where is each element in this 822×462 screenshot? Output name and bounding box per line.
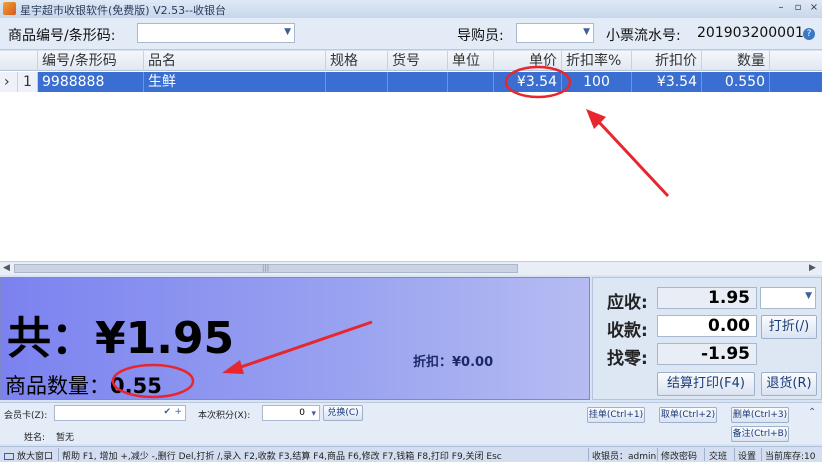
horizontal-scrollbar[interactable]: ◀ ||| ▶: [0, 261, 822, 275]
points-value: 0: [299, 408, 305, 418]
grid-header: 编号/条形码 品名 规格 货号 单位 单价 折扣率% 折扣价 数量: [0, 51, 822, 71]
check-icon[interactable]: ✔: [163, 407, 171, 417]
fetch-order-button[interactable]: 取单(Ctrl+2): [659, 407, 717, 423]
amount-due-label: 应收:: [607, 293, 648, 313]
pos-window: 星宇超市收银软件(免费版) V2.53--收银台 – ▫ × 商品编号/条形码:…: [0, 0, 822, 462]
member-name-label: 姓名:: [24, 433, 46, 443]
cell-discount-rate[interactable]: 100: [562, 72, 632, 92]
title-bar: 星宇超市收银软件(免费版) V2.53--收银台 – ▫ ×: [0, 0, 822, 18]
column-header-code[interactable]: 编号/条形码: [38, 51, 144, 71]
enlarge-window-label: 放大窗口: [17, 452, 54, 462]
restore-button[interactable]: ▫: [791, 1, 805, 15]
row-index: 1: [18, 72, 38, 92]
receipt-label: 小票流水号:: [606, 28, 681, 44]
shift-link[interactable]: 交班: [709, 449, 727, 462]
change-value: -1.95: [657, 343, 757, 365]
receipt-number: 201903200001: [697, 25, 804, 41]
window-title: 星宇超市收银软件(免费版) V2.53--收银台: [20, 4, 227, 17]
points-input[interactable]: 0 ▾: [262, 405, 320, 421]
amount-due-value: 1.95: [657, 287, 757, 309]
cell-filler: [770, 72, 822, 92]
hang-order-button[interactable]: 挂单(Ctrl+1): [587, 407, 645, 423]
column-header-price[interactable]: 单价: [494, 51, 562, 71]
add-icon[interactable]: +: [174, 407, 182, 417]
status-separator: [58, 448, 59, 461]
product-code-input[interactable]: ▼: [137, 23, 295, 43]
guide-label: 导购员:: [457, 28, 504, 44]
cashier-label: 收银员：admin: [592, 452, 657, 462]
delete-order-button[interactable]: 删单(Ctrl+3): [731, 407, 789, 423]
table-row[interactable]: › 1 9988888 生鲜 ¥3.54 100 ¥3.54 0.550: [0, 72, 822, 92]
status-separator: [588, 448, 589, 461]
cell-item-no[interactable]: [388, 72, 448, 92]
product-code-label: 商品编号/条形码:: [8, 28, 116, 44]
return-button[interactable]: 退货(R): [761, 372, 817, 396]
points-label: 本次积分(X):: [198, 411, 251, 421]
column-header-discount-price[interactable]: 折扣价: [632, 51, 702, 71]
payment-method-select[interactable]: ▼: [760, 287, 816, 309]
stock-indicator: 当前库存:10: [765, 452, 816, 462]
minimize-button[interactable]: –: [774, 1, 788, 15]
help-icon[interactable]: ?: [803, 28, 815, 40]
scrollbar-grip-icon: |||: [262, 264, 270, 272]
quantity-value: 0.55: [110, 374, 162, 398]
enlarge-window-toggle[interactable]: 放大窗口: [4, 449, 53, 462]
column-header-spec[interactable]: 规格: [326, 51, 388, 71]
guide-select[interactable]: ▼: [516, 23, 594, 43]
status-separator: [704, 448, 705, 461]
collapse-icon[interactable]: ⌃: [808, 407, 816, 418]
scroll-right-icon[interactable]: ▶: [809, 263, 816, 273]
entry-toolbar: 商品编号/条形码: ▼ 导购员: ▼ 小票流水号: 201903200001 ?: [0, 18, 822, 50]
total-amount: 共：¥1.95: [7, 313, 235, 364]
received-label: 收款:: [607, 321, 648, 341]
payment-panel: 应收: 1.95 ▼ 收款: 0.00 打折(/) 找零: -1.95 结算打印…: [592, 277, 822, 400]
column-header-name[interactable]: 品名: [144, 51, 326, 71]
close-button[interactable]: ×: [807, 1, 821, 15]
cell-unit[interactable]: [448, 72, 494, 92]
cell-code[interactable]: 9988888: [38, 72, 144, 92]
status-separator: [734, 448, 735, 461]
member-bar: 会员卡(Z): ✔ + 本次积分(X): 0 ▾ 兑换(C) 姓名: 暂无 挂单…: [0, 402, 822, 444]
column-header-item-no[interactable]: 货号: [388, 51, 448, 71]
checkout-print-button[interactable]: 结算打印(F4): [657, 372, 755, 396]
chevron-down-icon[interactable]: ▾: [311, 407, 316, 421]
quantity-label: 商品数量：: [5, 374, 110, 398]
discount-summary: 折扣：¥0.00: [413, 355, 494, 370]
chevron-down-icon[interactable]: ▼: [284, 27, 291, 37]
app-logo-icon: [3, 2, 16, 15]
column-header-discount-rate[interactable]: 折扣率%: [562, 51, 632, 71]
window-icon: [4, 453, 14, 460]
status-separator: [657, 448, 658, 461]
note-button[interactable]: 备注(Ctrl+B): [731, 426, 789, 442]
member-card-input[interactable]: ✔ +: [54, 405, 186, 421]
cell-quantity[interactable]: 0.550: [702, 72, 770, 92]
chevron-down-icon[interactable]: ▼: [583, 27, 590, 37]
member-card-label: 会员卡(Z):: [4, 411, 48, 421]
total-panel: 共：¥1.95 商品数量：0.55 折扣：¥0.00: [0, 277, 590, 400]
settings-link[interactable]: 设置: [738, 449, 756, 462]
redeem-button[interactable]: 兑换(C): [323, 405, 363, 421]
shortcut-help-text: 帮助 F1, 增加 +,减少 -,删行 Del,打折 /,录入 F2,收款 F3…: [62, 452, 502, 462]
change-label: 找零:: [607, 349, 648, 369]
cell-name[interactable]: 生鲜: [144, 72, 326, 92]
row-marker: ›: [0, 72, 18, 92]
items-grid: 编号/条形码 品名 规格 货号 单位 单价 折扣率% 折扣价 数量 › 1 99…: [0, 51, 822, 261]
chevron-down-icon[interactable]: ▼: [805, 291, 812, 301]
discount-button[interactable]: 打折(/): [761, 315, 817, 339]
cell-price[interactable]: ¥3.54: [494, 72, 562, 92]
change-password-link[interactable]: 修改密码: [661, 449, 697, 462]
status-separator: [761, 448, 762, 461]
scroll-left-icon[interactable]: ◀: [3, 263, 10, 273]
column-header-unit[interactable]: 单位: [448, 51, 494, 71]
quantity-summary: 商品数量：0.55: [5, 370, 162, 400]
status-bar: 放大窗口 帮助 F1, 增加 +,减少 -,删行 Del,打折 /,录入 F2,…: [0, 446, 822, 462]
received-input[interactable]: 0.00: [657, 315, 757, 337]
column-header-quantity[interactable]: 数量: [702, 51, 770, 71]
cell-spec[interactable]: [326, 72, 388, 92]
row-header-corner: [0, 51, 38, 71]
member-name-value: 暂无: [56, 433, 75, 443]
cell-discount-price[interactable]: ¥3.54: [632, 72, 702, 92]
